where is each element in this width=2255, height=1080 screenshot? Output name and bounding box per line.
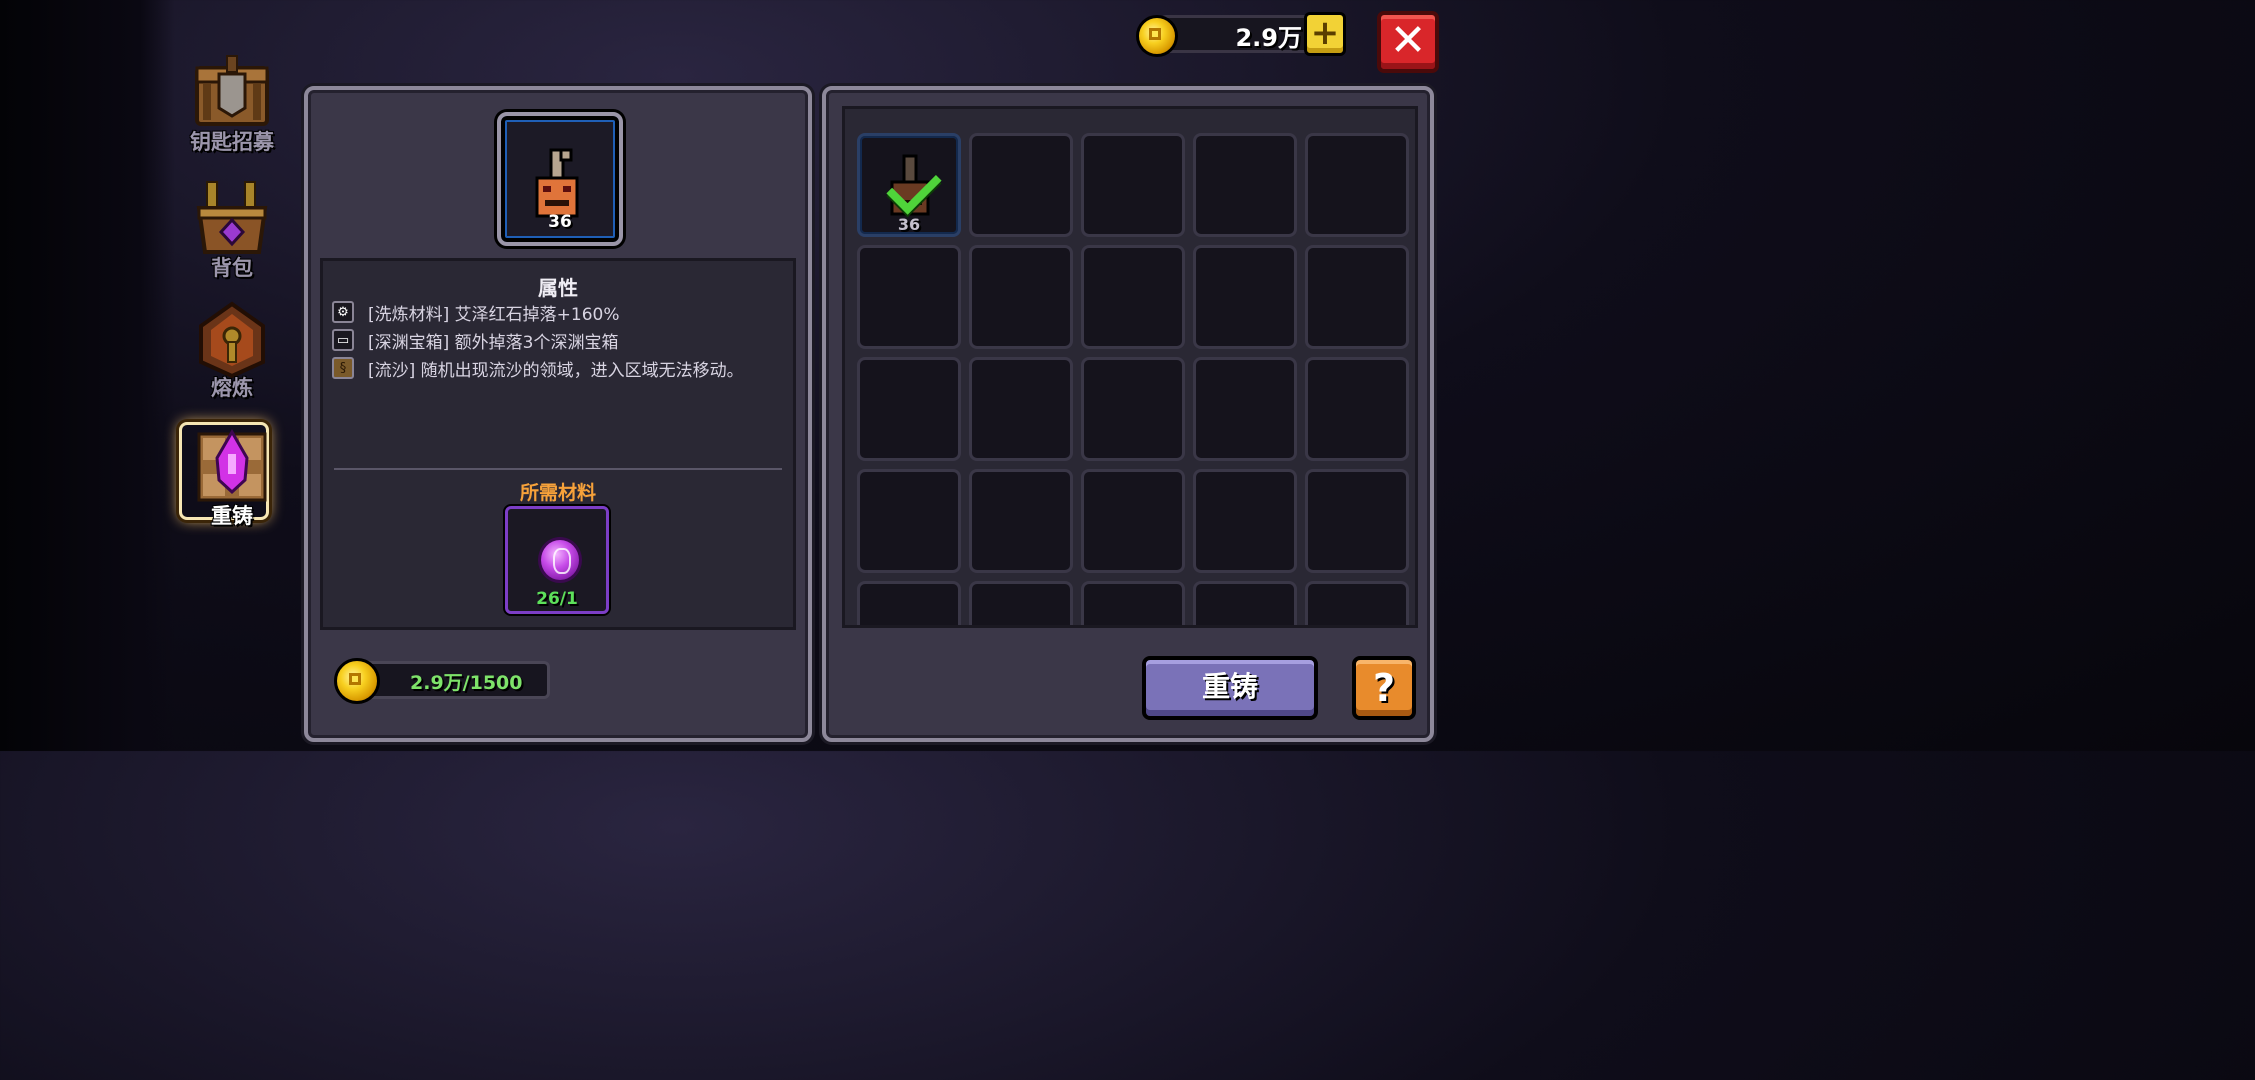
inventory-slot-empty[interactable] bbox=[969, 133, 1073, 237]
attribute-line: ▭ [深渊宝箱] 额外掉落3个深渊宝箱 bbox=[332, 327, 618, 353]
inventory-slot-empty[interactable] bbox=[857, 469, 961, 573]
inventory-slot-empty[interactable] bbox=[1193, 133, 1297, 237]
gear-icon: ⚙ bbox=[332, 301, 354, 323]
inventory-slot-empty[interactable] bbox=[1193, 245, 1297, 349]
inventory-slot-empty[interactable] bbox=[1193, 357, 1297, 461]
backpack-icon bbox=[193, 180, 271, 258]
inventory-slot-empty[interactable] bbox=[969, 245, 1073, 349]
gold-balance: 2.9万 + bbox=[1136, 12, 1346, 57]
attribute-text: [深渊宝箱] 额外掉落3个深渊宝箱 bbox=[368, 332, 619, 353]
sidebar-label-key-recruit: 钥匙招募 bbox=[190, 130, 274, 154]
attribute-text: [流沙] 随机出现流沙的领域，进入区域无法移动。 bbox=[368, 360, 744, 381]
inventory-slot-empty[interactable] bbox=[969, 469, 1073, 573]
inventory-slot-empty[interactable] bbox=[1081, 581, 1185, 625]
inventory-slot-empty[interactable] bbox=[1193, 581, 1297, 625]
inventory-slot-empty[interactable] bbox=[1305, 245, 1409, 349]
gold-coin-icon bbox=[334, 658, 380, 704]
gold-balance-amount: 2.9万 bbox=[1235, 24, 1302, 52]
attributes-title: 属性 bbox=[538, 276, 578, 300]
sidebar-label-smelt: 熔炼 bbox=[211, 376, 253, 400]
inventory-slot-empty[interactable] bbox=[1305, 133, 1409, 237]
sidebar-label-reforge: 重铸 bbox=[211, 504, 253, 528]
inventory-grid-box[interactable]: 36 bbox=[842, 106, 1418, 628]
attribute-line: ⚙ [洗炼材料] 艾泽红石掉落+160% bbox=[332, 299, 620, 325]
sidebar-item-key-recruit[interactable]: 钥匙招募 bbox=[172, 54, 292, 156]
inventory-slot-empty[interactable] bbox=[857, 245, 961, 349]
inventory-slot-empty[interactable] bbox=[969, 357, 1073, 461]
inventory-slot-empty[interactable] bbox=[969, 581, 1073, 625]
material-slot[interactable]: 26/1 bbox=[505, 506, 609, 614]
inventory-slot[interactable]: 36 bbox=[857, 133, 961, 237]
inventory-slot-empty[interactable] bbox=[1305, 469, 1409, 573]
inventory-slot-empty[interactable] bbox=[1081, 245, 1185, 349]
inventory-slot-empty[interactable] bbox=[1081, 357, 1185, 461]
selected-item-count: 36 bbox=[548, 212, 572, 232]
smelt-key-icon bbox=[193, 300, 271, 379]
help-button[interactable]: ? bbox=[1352, 656, 1416, 720]
inventory-slot-empty[interactable] bbox=[1081, 469, 1185, 573]
divider bbox=[334, 468, 782, 470]
inventory-slot-empty[interactable] bbox=[857, 581, 961, 625]
chest-icon: ▭ bbox=[332, 329, 354, 351]
required-materials-title: 所需材料 bbox=[519, 482, 596, 504]
reforge-stone-icon bbox=[538, 537, 582, 583]
gold-cost-amount: 2.9万/1500 bbox=[410, 672, 523, 694]
sidebar-item-smelt[interactable]: 熔炼 bbox=[172, 300, 292, 402]
inventory-slot-empty[interactable] bbox=[1193, 469, 1297, 573]
material-count: 26/1 bbox=[536, 589, 578, 609]
gold-cost: 2.9万/1500 bbox=[334, 656, 554, 704]
inventory-slot-empty[interactable] bbox=[857, 357, 961, 461]
reforge-gem-icon bbox=[179, 422, 271, 520]
attribute-text: [洗炼材料] 艾泽红石掉落+160% bbox=[368, 304, 620, 325]
add-gold-button[interactable]: + bbox=[1304, 12, 1346, 56]
sidebar-label-backpack: 背包 bbox=[211, 256, 253, 280]
selected-item-slot[interactable]: 36 bbox=[497, 112, 623, 246]
quicksand-icon: § bbox=[332, 357, 354, 379]
attribute-line: § [流沙] 随机出现流沙的领域，进入区域无法移动。 bbox=[332, 355, 744, 381]
inventory-grid: 36 bbox=[857, 133, 1409, 625]
inventory-slot-empty[interactable] bbox=[1305, 581, 1409, 625]
chest-banner-icon bbox=[193, 54, 271, 132]
background-left bbox=[0, 0, 175, 751]
inventory-slot-count: 36 bbox=[897, 215, 921, 234]
reforge-button[interactable]: 重铸 bbox=[1142, 656, 1318, 720]
sidebar-item-backpack[interactable]: 背包 bbox=[172, 180, 292, 282]
inventory-slot-empty[interactable] bbox=[1305, 357, 1409, 461]
gold-coin-icon bbox=[1136, 15, 1178, 57]
inventory-slot-empty[interactable] bbox=[1081, 133, 1185, 237]
sidebar-item-reforge[interactable]: 重铸 bbox=[172, 422, 292, 530]
close-button[interactable]: ✕ bbox=[1377, 11, 1439, 73]
